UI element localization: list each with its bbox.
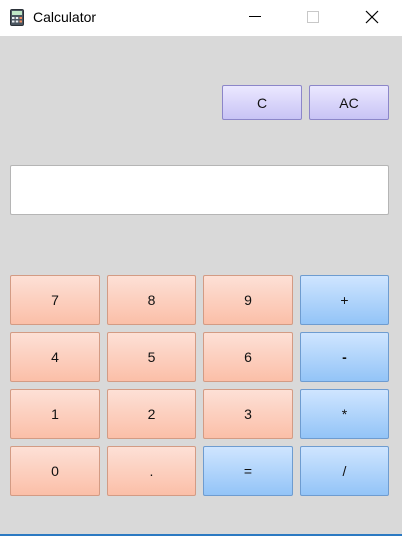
- display-field[interactable]: [10, 165, 389, 215]
- digit-2-button[interactable]: 2: [107, 389, 196, 439]
- close-icon: [365, 10, 379, 24]
- plus-button[interactable]: +: [300, 275, 389, 325]
- close-button[interactable]: [349, 0, 395, 34]
- digit-8-button[interactable]: 8: [107, 275, 196, 325]
- digit-4-button[interactable]: 4: [10, 332, 100, 382]
- equals-button[interactable]: =: [203, 446, 293, 496]
- calculator-app-icon: [10, 9, 24, 26]
- digit-0-button[interactable]: 0: [10, 446, 100, 496]
- digit-3-button[interactable]: 3: [203, 389, 293, 439]
- clear-entry-button[interactable]: C: [222, 85, 302, 120]
- digit-1-button[interactable]: 1: [10, 389, 100, 439]
- digit-5-button[interactable]: 5: [107, 332, 196, 382]
- decimal-point-button[interactable]: .: [107, 446, 196, 496]
- title-bar[interactable]: Calculator: [0, 0, 402, 36]
- maximize-button[interactable]: [290, 0, 336, 34]
- all-clear-button[interactable]: AC: [309, 85, 389, 120]
- minimize-icon: [249, 16, 261, 17]
- digit-7-button[interactable]: 7: [10, 275, 100, 325]
- digit-6-button[interactable]: 6: [203, 332, 293, 382]
- minus-button[interactable]: -: [300, 332, 389, 382]
- multiply-button[interactable]: *: [300, 389, 389, 439]
- divide-button[interactable]: /: [300, 446, 389, 496]
- digit-9-button[interactable]: 9: [203, 275, 293, 325]
- maximize-icon: [307, 11, 319, 23]
- minimize-button[interactable]: [232, 0, 278, 34]
- window-title: Calculator: [33, 9, 97, 25]
